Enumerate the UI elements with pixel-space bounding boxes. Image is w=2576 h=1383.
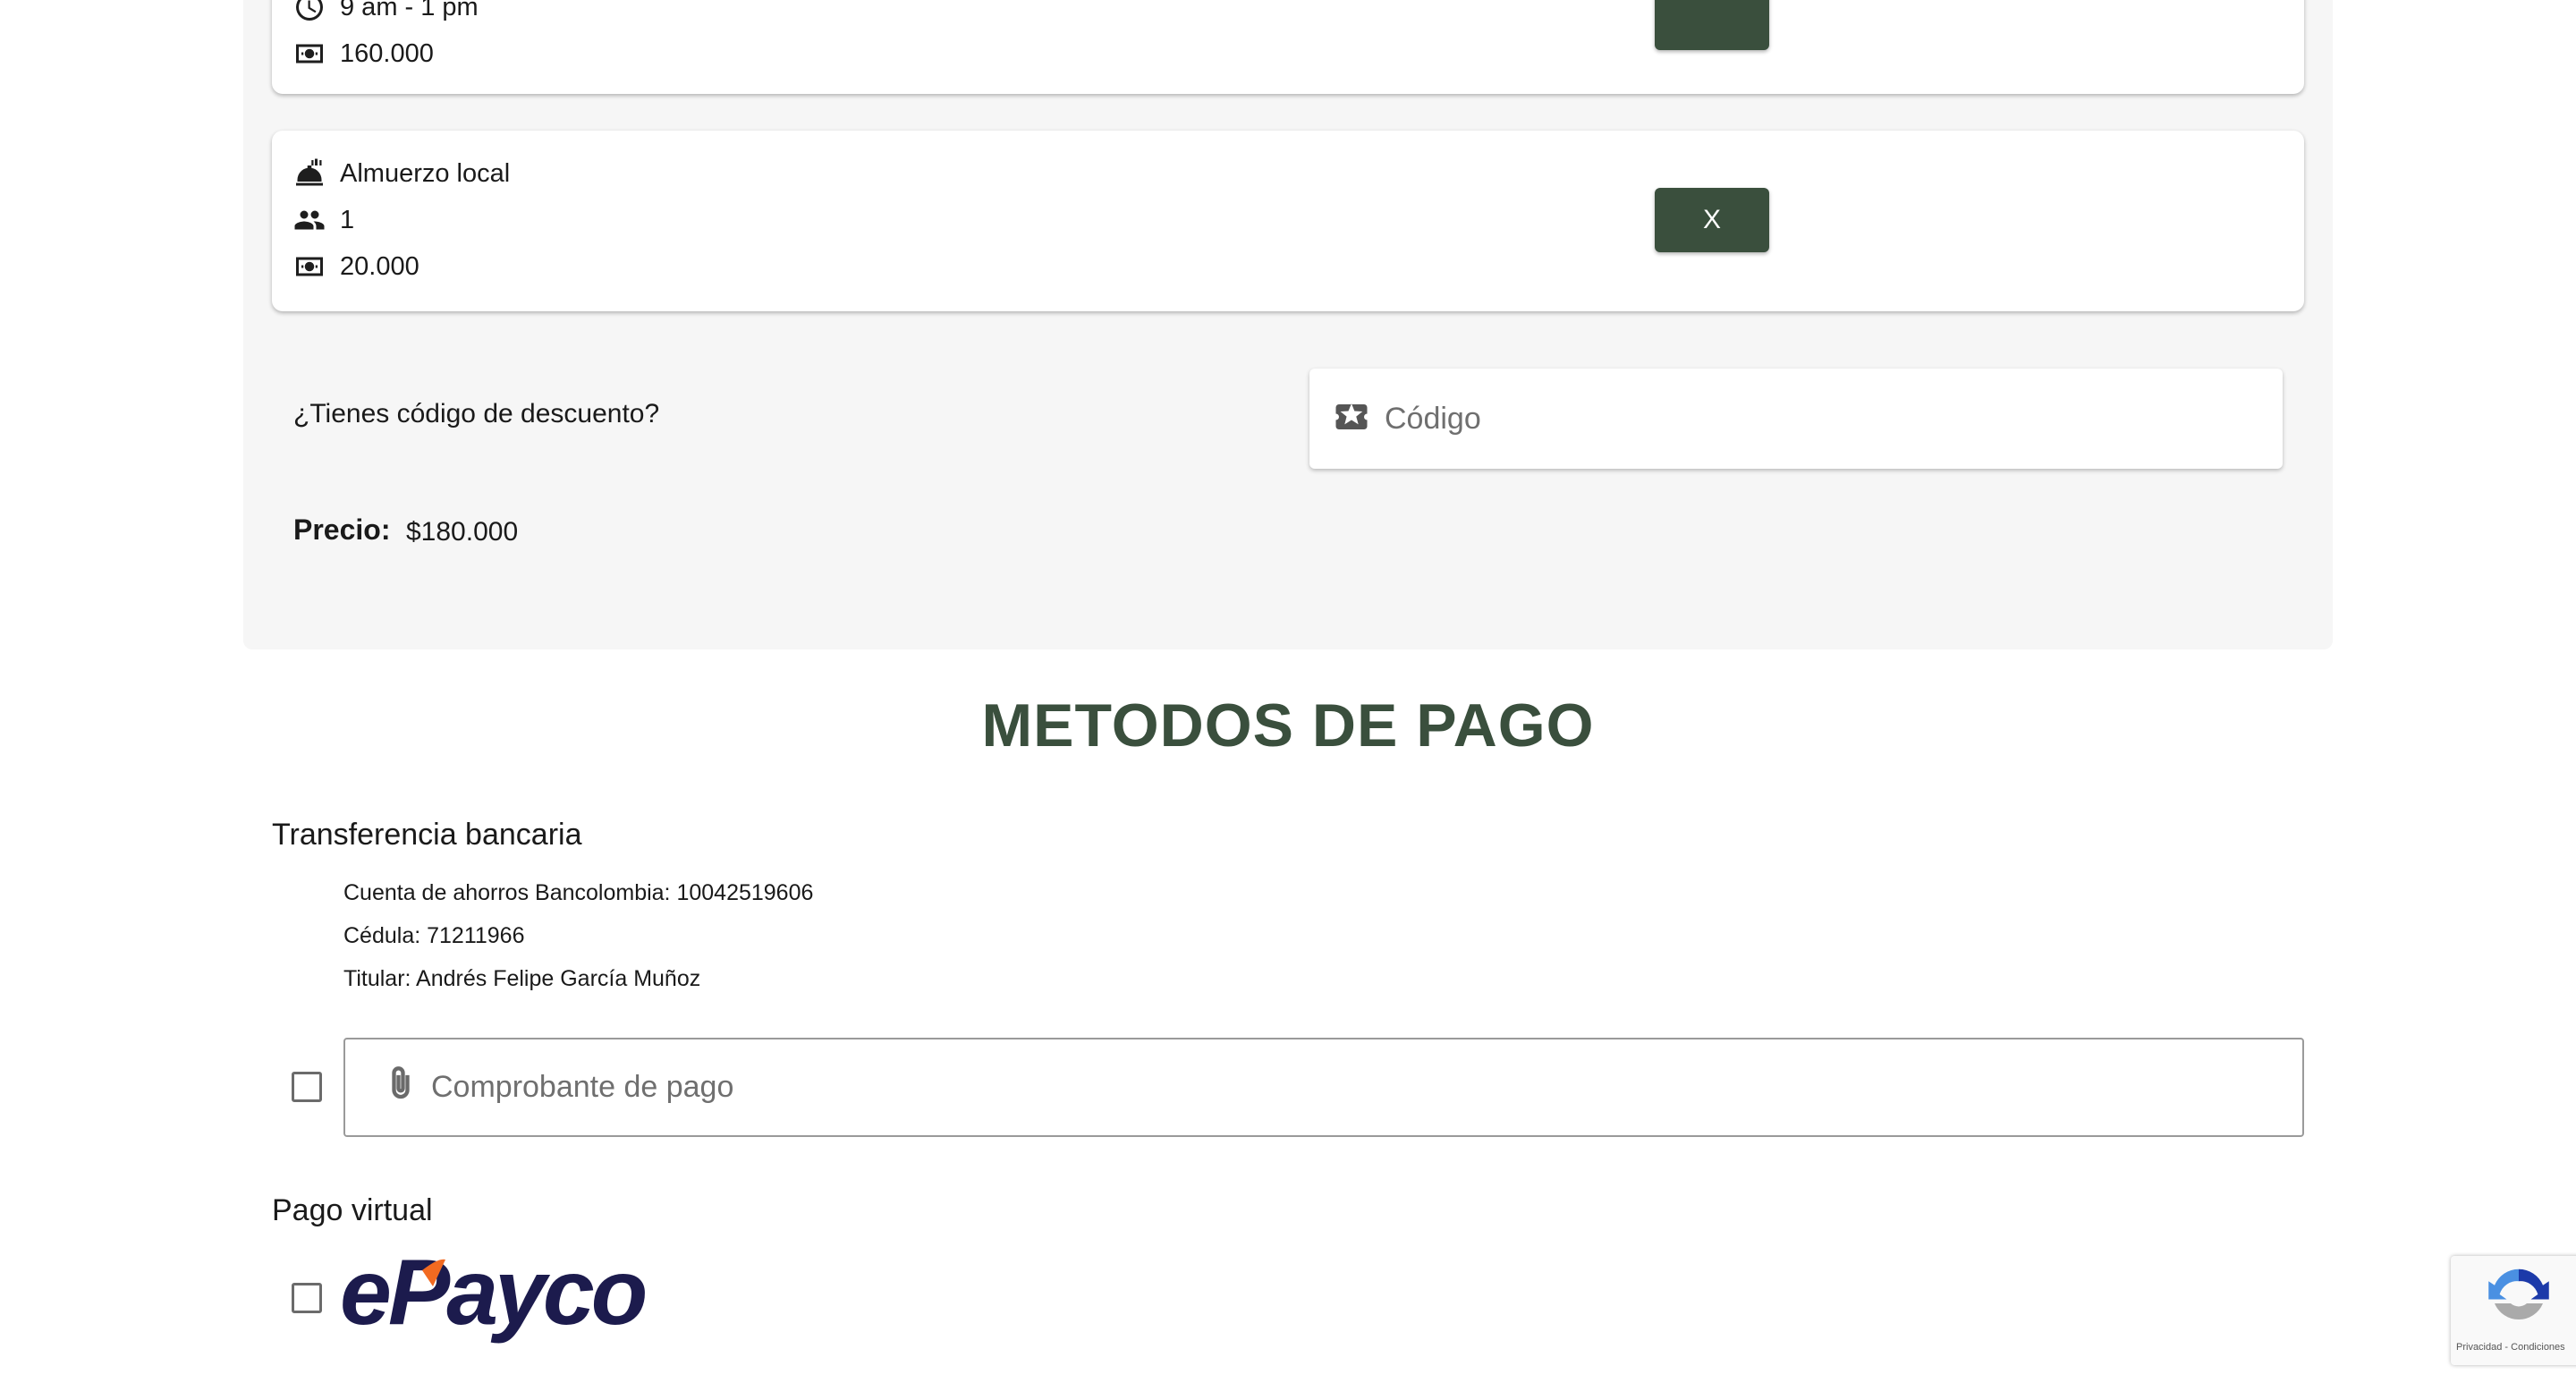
bank-transfer-title: Transferencia bancaria	[272, 818, 582, 852]
virtual-payment-checkbox[interactable]	[292, 1283, 322, 1313]
remove-item-button[interactable]: X	[1655, 188, 1769, 252]
receipt-upload-field[interactable]: Comprobante de pago	[343, 1038, 2304, 1137]
payment-methods-title: METODOS DE PAGO	[981, 692, 1595, 759]
bank-holder: Titular: Andrés Felipe García Muñoz	[343, 966, 701, 991]
bank-id: Cédula: 71211966	[343, 923, 525, 948]
people-icon	[292, 202, 327, 238]
price-row: 20.000	[292, 247, 419, 286]
bank-transfer-checkbox[interactable]	[292, 1072, 322, 1102]
discount-label: ¿Tienes código de descuento?	[293, 399, 660, 428]
paperclip-icon	[383, 1065, 419, 1109]
cart-summary-panel	[243, 0, 2333, 649]
remove-item-button[interactable]	[1655, 0, 1769, 50]
price-value: $180.000	[406, 517, 519, 547]
quantity-row: 1	[292, 200, 354, 240]
price-label: Precio:	[293, 513, 391, 546]
discount-code-field[interactable]	[1309, 369, 2283, 469]
svg-text:ePayco: ePayco	[340, 1251, 646, 1345]
money-icon	[292, 36, 327, 72]
discount-code-input[interactable]	[1385, 401, 2190, 437]
bank-account: Cuenta de ahorros Bancolombia: 100425196…	[343, 880, 814, 905]
epayco-logo[interactable]: ePayco	[340, 1241, 680, 1356]
item-name: Almuerzo local	[340, 158, 511, 188]
money-icon	[292, 249, 327, 284]
price-text: 20.000	[340, 251, 419, 281]
quantity-text: 1	[340, 205, 355, 234]
cart-item-card: Almuerzo local 1 20.000 X	[272, 131, 2304, 311]
recaptcha-icon	[2488, 1268, 2549, 1319]
time-row: 9 am - 1 pm	[292, 0, 479, 27]
virtual-payment-title: Pago virtual	[272, 1193, 433, 1227]
ticket-icon	[1333, 398, 1370, 440]
recaptcha-links[interactable]: Privacidad - Condiciones	[2456, 1342, 2565, 1353]
time-text: 9 am - 1 pm	[340, 0, 479, 21]
recaptcha-badge[interactable]: Privacidad - Condiciones	[2451, 1256, 2576, 1365]
price-text: 160.000	[340, 38, 434, 68]
receipt-placeholder: Comprobante de pago	[431, 1070, 734, 1104]
food-icon	[292, 156, 327, 191]
item-name-row: Almuerzo local	[292, 154, 510, 193]
cart-item-card: 9 am - 1 pm 160.000	[272, 0, 2304, 94]
price-row: 160.000	[292, 34, 434, 73]
clock-icon	[292, 0, 327, 25]
